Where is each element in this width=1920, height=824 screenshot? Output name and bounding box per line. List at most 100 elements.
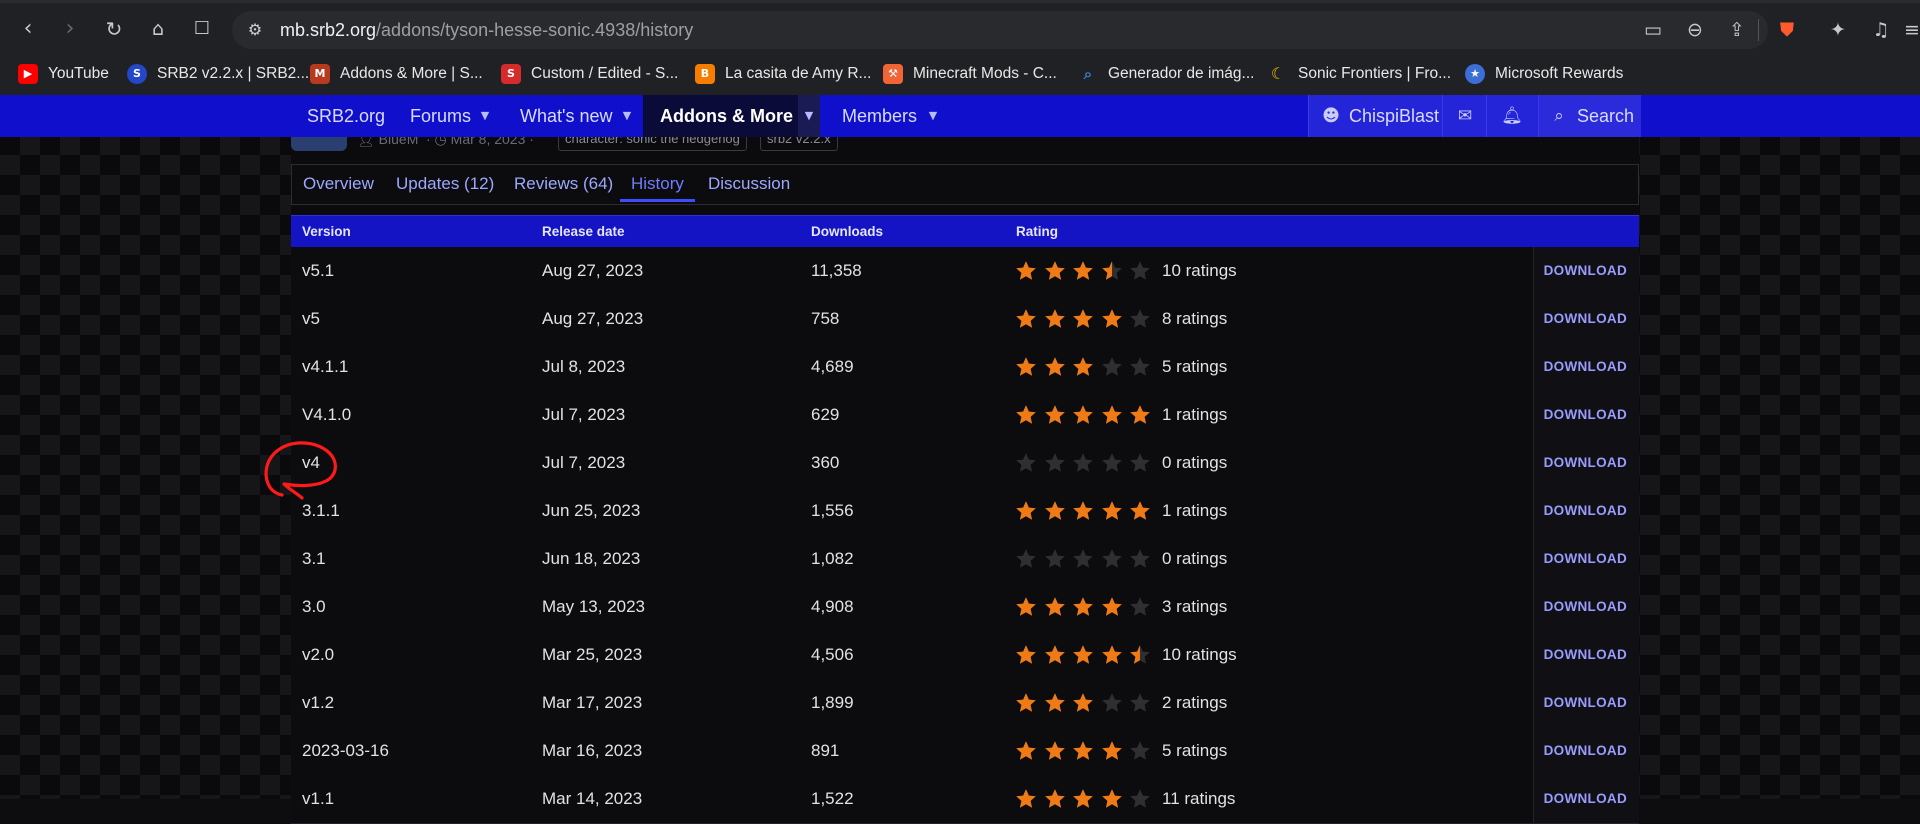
site-navigation: SRB2.org Forums ▼ What's new ▼ Addons & …	[0, 95, 1920, 137]
star-icon	[1073, 645, 1093, 664]
bookmark-icon[interactable]: ☐	[190, 17, 214, 41]
nav-addons-and-more[interactable]: Addons & More	[643, 95, 807, 137]
inbox-button[interactable]: ✉	[1442, 95, 1487, 137]
avatar: ☻	[1322, 106, 1340, 126]
rating-count: 2 ratings	[1162, 693, 1228, 712]
star-rating	[1015, 596, 1155, 618]
download-link[interactable]: DOWNLOAD	[1544, 775, 1627, 823]
star-icon	[1130, 309, 1150, 328]
nav-forums[interactable]: Forums	[410, 95, 471, 137]
star-icon	[1016, 645, 1036, 664]
downloads-cell: 758	[811, 309, 840, 328]
bookmark-youtube[interactable]: ▶ YouTube	[18, 62, 109, 86]
forums-dropdown-icon[interactable]: ▼	[475, 95, 495, 137]
tab-overview[interactable]: Overview	[303, 165, 374, 202]
release-date-cell: Mar 14, 2023	[542, 789, 643, 808]
bookmark-la-casita[interactable]: B La casita de Amy R...	[695, 62, 871, 86]
star-icon	[1130, 357, 1150, 376]
column-header-rating: Rating	[1016, 224, 1058, 239]
reload-icon[interactable]: ↻	[102, 17, 126, 41]
release-date-cell: Aug 27, 2023	[542, 261, 644, 280]
version-cell: 3.0	[302, 597, 326, 616]
download-cell: DOWNLOAD	[1533, 727, 1639, 775]
zoom-icon[interactable]: ⊖	[1682, 17, 1708, 43]
address-bar[interactable]: ⚙ mb.srb2.org/addons/tyson-hesse-sonic.4…	[232, 11, 1768, 49]
resource-thumbnail[interactable]	[291, 137, 347, 151]
star-icon	[1130, 261, 1150, 280]
download-link[interactable]: DOWNLOAD	[1544, 391, 1627, 439]
rating-count: 1 ratings	[1162, 405, 1228, 424]
tab-discussion[interactable]: Discussion	[708, 165, 790, 202]
version-cell: V4.1.0	[302, 405, 352, 424]
url-text[interactable]: mb.srb2.org/addons/tyson-hesse-sonic.493…	[280, 19, 693, 41]
extensions-icon[interactable]: ✦	[1825, 17, 1851, 43]
download-link[interactable]: DOWNLOAD	[1544, 439, 1627, 487]
bookmark-addons[interactable]: M Addons & More | S...	[310, 62, 483, 86]
user-account-link[interactable]: ☻ ChispiBlast	[1308, 95, 1443, 137]
resource-author[interactable]: 👤︎ BlueM	[357, 137, 418, 148]
bookmark-custom-edited[interactable]: S Custom / Edited - S...	[501, 62, 678, 86]
version-cell: 2023-03-16	[302, 741, 389, 760]
bookmark-label: Microsoft Rewards	[1495, 65, 1624, 82]
nav-srb2-org[interactable]: SRB2.org	[307, 95, 385, 137]
tag-version[interactable]: srb2 v2.2.x	[760, 137, 838, 151]
star-icon	[1073, 741, 1093, 760]
version-cell: v5.1	[302, 261, 335, 280]
version-cell: v2.0	[302, 645, 335, 664]
site-info-icon[interactable]: ⚙	[244, 19, 266, 41]
table-row: 2023-03-16 Mar 16, 2023 891 5 ratings DOWNLO…	[291, 727, 1639, 776]
download-link[interactable]: DOWNLOAD	[1544, 535, 1627, 583]
download-link[interactable]: DOWNLOAD	[1544, 631, 1627, 679]
banana-icon: ☾	[1270, 64, 1286, 83]
tag-character[interactable]: character: sonic the hedgehog	[558, 137, 747, 151]
download-link[interactable]: DOWNLOAD	[1544, 583, 1627, 631]
star-icon	[1130, 453, 1150, 472]
tab-updates[interactable]: Updates (12)	[396, 165, 494, 202]
download-link[interactable]: DOWNLOAD	[1544, 295, 1627, 343]
star-icon	[1101, 645, 1122, 664]
nav-whats-new[interactable]: What's new	[520, 95, 612, 137]
star-icon	[1130, 741, 1150, 760]
table-row: V4.1.0 Jul 7, 2023 629 1 ratings DOWNLOAD	[291, 391, 1639, 440]
star-icon	[1073, 693, 1093, 712]
members-dropdown-icon[interactable]: ▼	[923, 95, 943, 137]
column-header-release-date: Release date	[542, 224, 625, 239]
media-icon[interactable]: ♫	[1868, 17, 1894, 43]
share-icon[interactable]: ⇪	[1724, 17, 1750, 43]
home-icon[interactable]: ⌂	[146, 17, 170, 41]
nav-members[interactable]: Members	[842, 95, 917, 137]
addons-dropdown-icon[interactable]: ▼	[798, 95, 820, 137]
bookmark-generador[interactable]: ⌕ Generador de imág...	[1078, 62, 1255, 86]
bookmark-microsoft-rewards[interactable]: ★ Microsoft Rewards	[1465, 62, 1623, 86]
bookmark-srb2[interactable]: S SRB2 v2.2.x | SRB2...	[127, 62, 309, 86]
tab-history[interactable]: History	[620, 165, 695, 202]
search-button[interactable]: ⌕ Search	[1538, 95, 1641, 137]
star-icon	[1073, 549, 1093, 568]
version-cell: v4.1.1	[302, 357, 349, 376]
whats-new-dropdown-icon[interactable]: ▼	[617, 95, 637, 137]
download-link[interactable]: DOWNLOAD	[1544, 487, 1627, 535]
rating-count: 0 ratings	[1162, 549, 1228, 568]
bookmark-minecraft[interactable]: ⚒ Minecraft Mods - C...	[883, 62, 1057, 86]
download-link[interactable]: DOWNLOAD	[1544, 727, 1627, 775]
search-label: Search	[1577, 106, 1635, 126]
back-icon[interactable]: ‹	[16, 17, 40, 41]
download-link[interactable]: DOWNLOAD	[1544, 247, 1627, 295]
table-row: v1.2 Mar 17, 2023 1,899 2 ratings DOWNLOAD	[291, 679, 1639, 728]
brave-shield-icon[interactable]: ⛊	[1774, 17, 1800, 43]
download-link[interactable]: DOWNLOAD	[1544, 343, 1627, 391]
star-icon	[1101, 693, 1122, 712]
rating-count: 8 ratings	[1162, 309, 1228, 328]
resource-content: 👤︎ BlueM · ◷ Mar 8, 2023 · character: so…	[291, 137, 1639, 824]
alerts-button[interactable]: 🔔︎	[1486, 95, 1539, 137]
downloads-cell: 11,358	[811, 261, 862, 280]
forward-icon[interactable]: ›	[58, 17, 82, 41]
download-cell: DOWNLOAD	[1533, 583, 1639, 631]
cast-icon[interactable]: ▭	[1640, 17, 1666, 43]
bookmark-sonic-frontiers[interactable]: ☾ Sonic Frontiers | Fro...	[1268, 62, 1451, 86]
menu-icon[interactable]: ≡	[1904, 17, 1920, 43]
tab-reviews[interactable]: Reviews (64)	[514, 165, 613, 202]
username: ChispiBlast	[1349, 106, 1440, 126]
envelope-icon: ✉	[1457, 106, 1473, 126]
download-link[interactable]: DOWNLOAD	[1544, 679, 1627, 727]
